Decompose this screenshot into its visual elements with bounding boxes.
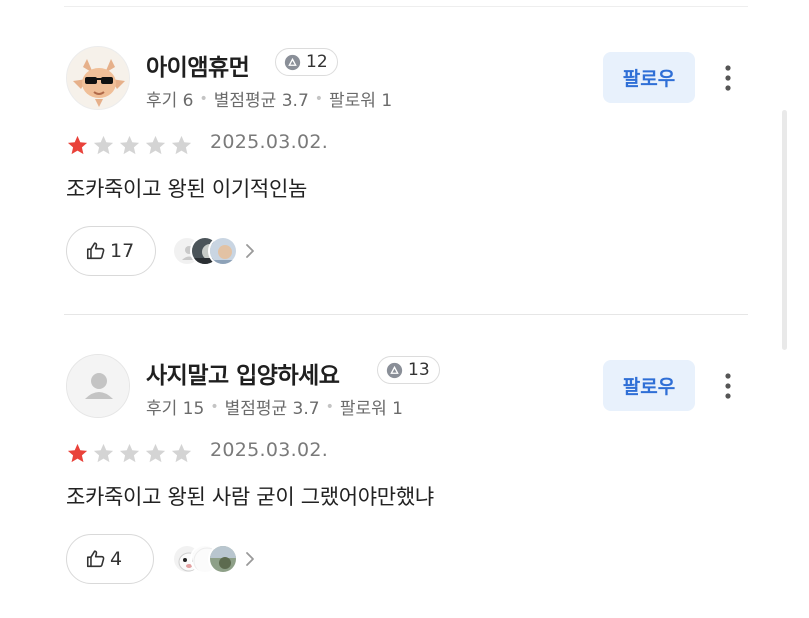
level-number: 13 [408,360,430,380]
review-count: 후기 15 [146,399,205,419]
cartoon-sunglasses-avatar-icon [67,47,129,109]
like-count: 17 [110,240,135,262]
review-card: 사지말고 입양하세요 13 후기 15 • 별점평균 3.7 • 팔로워 1 팔… [0,338,809,618]
more-options-icon[interactable] [718,368,738,404]
follow-button[interactable]: 팔로우 [603,52,695,103]
star-filled-icon [67,135,88,154]
level-badge: 13 [377,356,440,384]
follower-count: 팔로워 1 [329,91,393,111]
like-button[interactable]: 17 [66,226,156,276]
scrollbar[interactable] [782,110,787,350]
top-divider [64,6,748,7]
average-rating: 별점평균 3.7 [224,399,320,419]
follow-button[interactable]: 팔로우 [603,360,695,411]
user-avatar[interactable] [66,354,130,418]
follower-count: 팔로워 1 [339,399,403,419]
separator-dot: • [210,398,219,415]
review-card: 아이앰휴먼 12 후기 6 • 별점평균 3.7 • 팔로워 1 팔로우 202… [0,30,809,330]
review-text: 조카죽이고 왕된 이기적인놈 [66,177,307,201]
liker-avatars[interactable] [172,544,256,574]
star-empty-icon [119,443,140,462]
chevron-right-icon [246,244,254,258]
chevron-right-icon [246,552,254,566]
review-divider [64,314,748,315]
level-icon [284,54,301,70]
user-avatar[interactable] [66,46,130,110]
liker-avatar [208,236,238,266]
star-empty-icon [93,443,114,462]
star-rating [66,441,196,465]
star-filled-icon [67,443,88,462]
review-date: 2025.03.02. [210,439,329,461]
star-empty-icon [119,135,140,154]
user-name[interactable]: 사지말고 입양하세요 [146,356,340,390]
star-empty-icon [145,135,166,154]
thumbs-up-icon [86,550,105,568]
user-stats: 후기 6 • 별점평균 3.7 • 팔로워 1 [146,86,393,112]
more-options-icon[interactable] [718,60,738,96]
review-count: 후기 6 [146,91,194,111]
user-name[interactable]: 아이앰휴먼 [146,48,250,82]
separator-dot: • [199,90,208,107]
photo-avatar-icon [210,238,236,264]
star-empty-icon [171,135,192,154]
liker-avatars[interactable] [172,236,256,266]
star-empty-icon [93,135,114,154]
level-number: 12 [306,52,328,72]
review-date: 2025.03.02. [210,131,329,153]
average-rating: 별점평균 3.7 [213,91,309,111]
default-person-avatar-icon [67,355,129,417]
liker-avatar [208,544,238,574]
level-badge: 12 [275,48,338,76]
user-stats: 후기 15 • 별점평균 3.7 • 팔로워 1 [146,394,403,420]
thumbs-up-icon [86,242,105,260]
separator-dot: • [314,90,324,107]
star-rating [66,133,196,157]
separator-dot: • [325,398,334,415]
level-icon [386,362,403,378]
review-text: 조카죽이고 왕된 사람 굳이 그랬어야만했냐 [66,485,434,509]
star-empty-icon [171,443,192,462]
star-empty-icon [145,443,166,462]
like-button[interactable]: 4 [66,534,154,584]
like-count: 4 [110,548,123,570]
photo-avatar-icon [210,546,236,572]
